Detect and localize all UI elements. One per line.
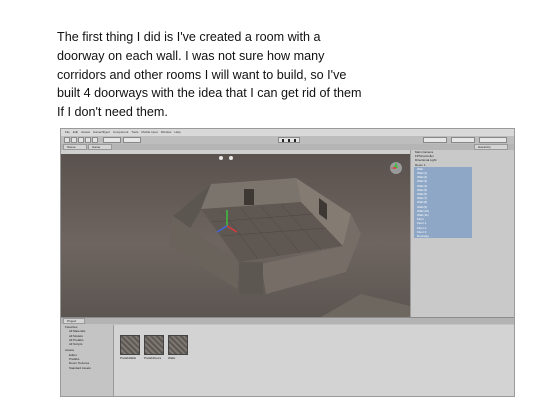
play-icon[interactable] xyxy=(282,139,284,142)
text-line: corridors and other rooms I will want to… xyxy=(57,67,347,82)
play-controls xyxy=(278,137,300,143)
menu-item-tools[interactable]: Tools xyxy=(131,129,138,136)
menu-bar: File Edit Assets GameObject Component To… xyxy=(61,129,514,136)
project-assets-grid: PrefabWalls PrefabFloors Walls xyxy=(114,325,514,396)
slide-text: The first thing I did is I've created a … xyxy=(57,28,397,122)
doorway-back xyxy=(244,189,254,205)
main-toolbar xyxy=(61,136,514,144)
tab-project[interactable]: Project xyxy=(63,318,85,324)
account-dropdown[interactable] xyxy=(423,137,447,143)
asset-name: PrefabFloors xyxy=(144,356,162,360)
room-3d-view xyxy=(169,156,410,317)
asset-name: PrefabWalls xyxy=(120,356,137,360)
text-line: built 4 doorways with the idea that I ca… xyxy=(57,86,362,101)
menu-item-gameobject[interactable]: GameObject xyxy=(93,129,110,136)
scale-tool-button[interactable] xyxy=(85,137,91,143)
hierarchy-item-selected[interactable]: Doorway xyxy=(414,234,472,239)
text-line: doorway on each wall. I was not sure how… xyxy=(57,48,325,63)
asset-thumbnail xyxy=(144,335,164,355)
pause-icon[interactable] xyxy=(288,139,290,142)
scene-view[interactable] xyxy=(61,154,410,317)
project-folder-tree: Favorites All Materials All Models All P… xyxy=(61,325,114,396)
menu-item-help[interactable]: Help xyxy=(174,129,180,136)
text-line: The first thing I did is I've created a … xyxy=(57,30,321,44)
layout-dropdown[interactable] xyxy=(479,137,507,143)
doorway-front xyxy=(239,262,263,294)
pivot-toggle[interactable] xyxy=(103,137,121,143)
text-line: If I don't need them. xyxy=(57,105,168,120)
asset-item[interactable]: Walls xyxy=(168,335,190,360)
project-panel: Project Favorites All Materials All Mode… xyxy=(61,317,514,396)
tree-item[interactable]: All Scripts xyxy=(61,342,113,346)
move-tool-button[interactable] xyxy=(71,137,77,143)
hierarchy-panel: Main Camera FPSController Directional Li… xyxy=(410,150,514,317)
menu-item-edit[interactable]: Edit xyxy=(73,129,78,136)
asset-item[interactable]: PrefabWalls xyxy=(120,335,142,360)
asset-thumbnail xyxy=(168,335,188,355)
layers-dropdown[interactable] xyxy=(451,137,475,143)
global-toggle[interactable] xyxy=(123,137,141,143)
menu-item-component[interactable]: Component xyxy=(113,129,129,136)
rotate-tool-button[interactable] xyxy=(78,137,84,143)
menu-item-mobile-input[interactable]: Mobile Input xyxy=(141,129,157,136)
unity-editor-screenshot: File Edit Assets GameObject Component To… xyxy=(60,128,515,397)
asset-item[interactable]: PrefabFloors xyxy=(144,335,166,360)
menu-item-file[interactable]: File xyxy=(65,129,70,136)
project-tab-bar: Project xyxy=(61,318,514,324)
menu-item-window[interactable]: Window xyxy=(161,129,172,136)
tree-item[interactable]: Standard Assets xyxy=(61,366,113,370)
hand-tool-button[interactable] xyxy=(64,137,70,143)
asset-thumbnail xyxy=(120,335,140,355)
menu-item-assets[interactable]: Assets xyxy=(81,129,90,136)
asset-name: Walls xyxy=(168,356,176,360)
step-icon[interactable] xyxy=(294,139,296,142)
rect-tool-button[interactable] xyxy=(92,137,98,143)
